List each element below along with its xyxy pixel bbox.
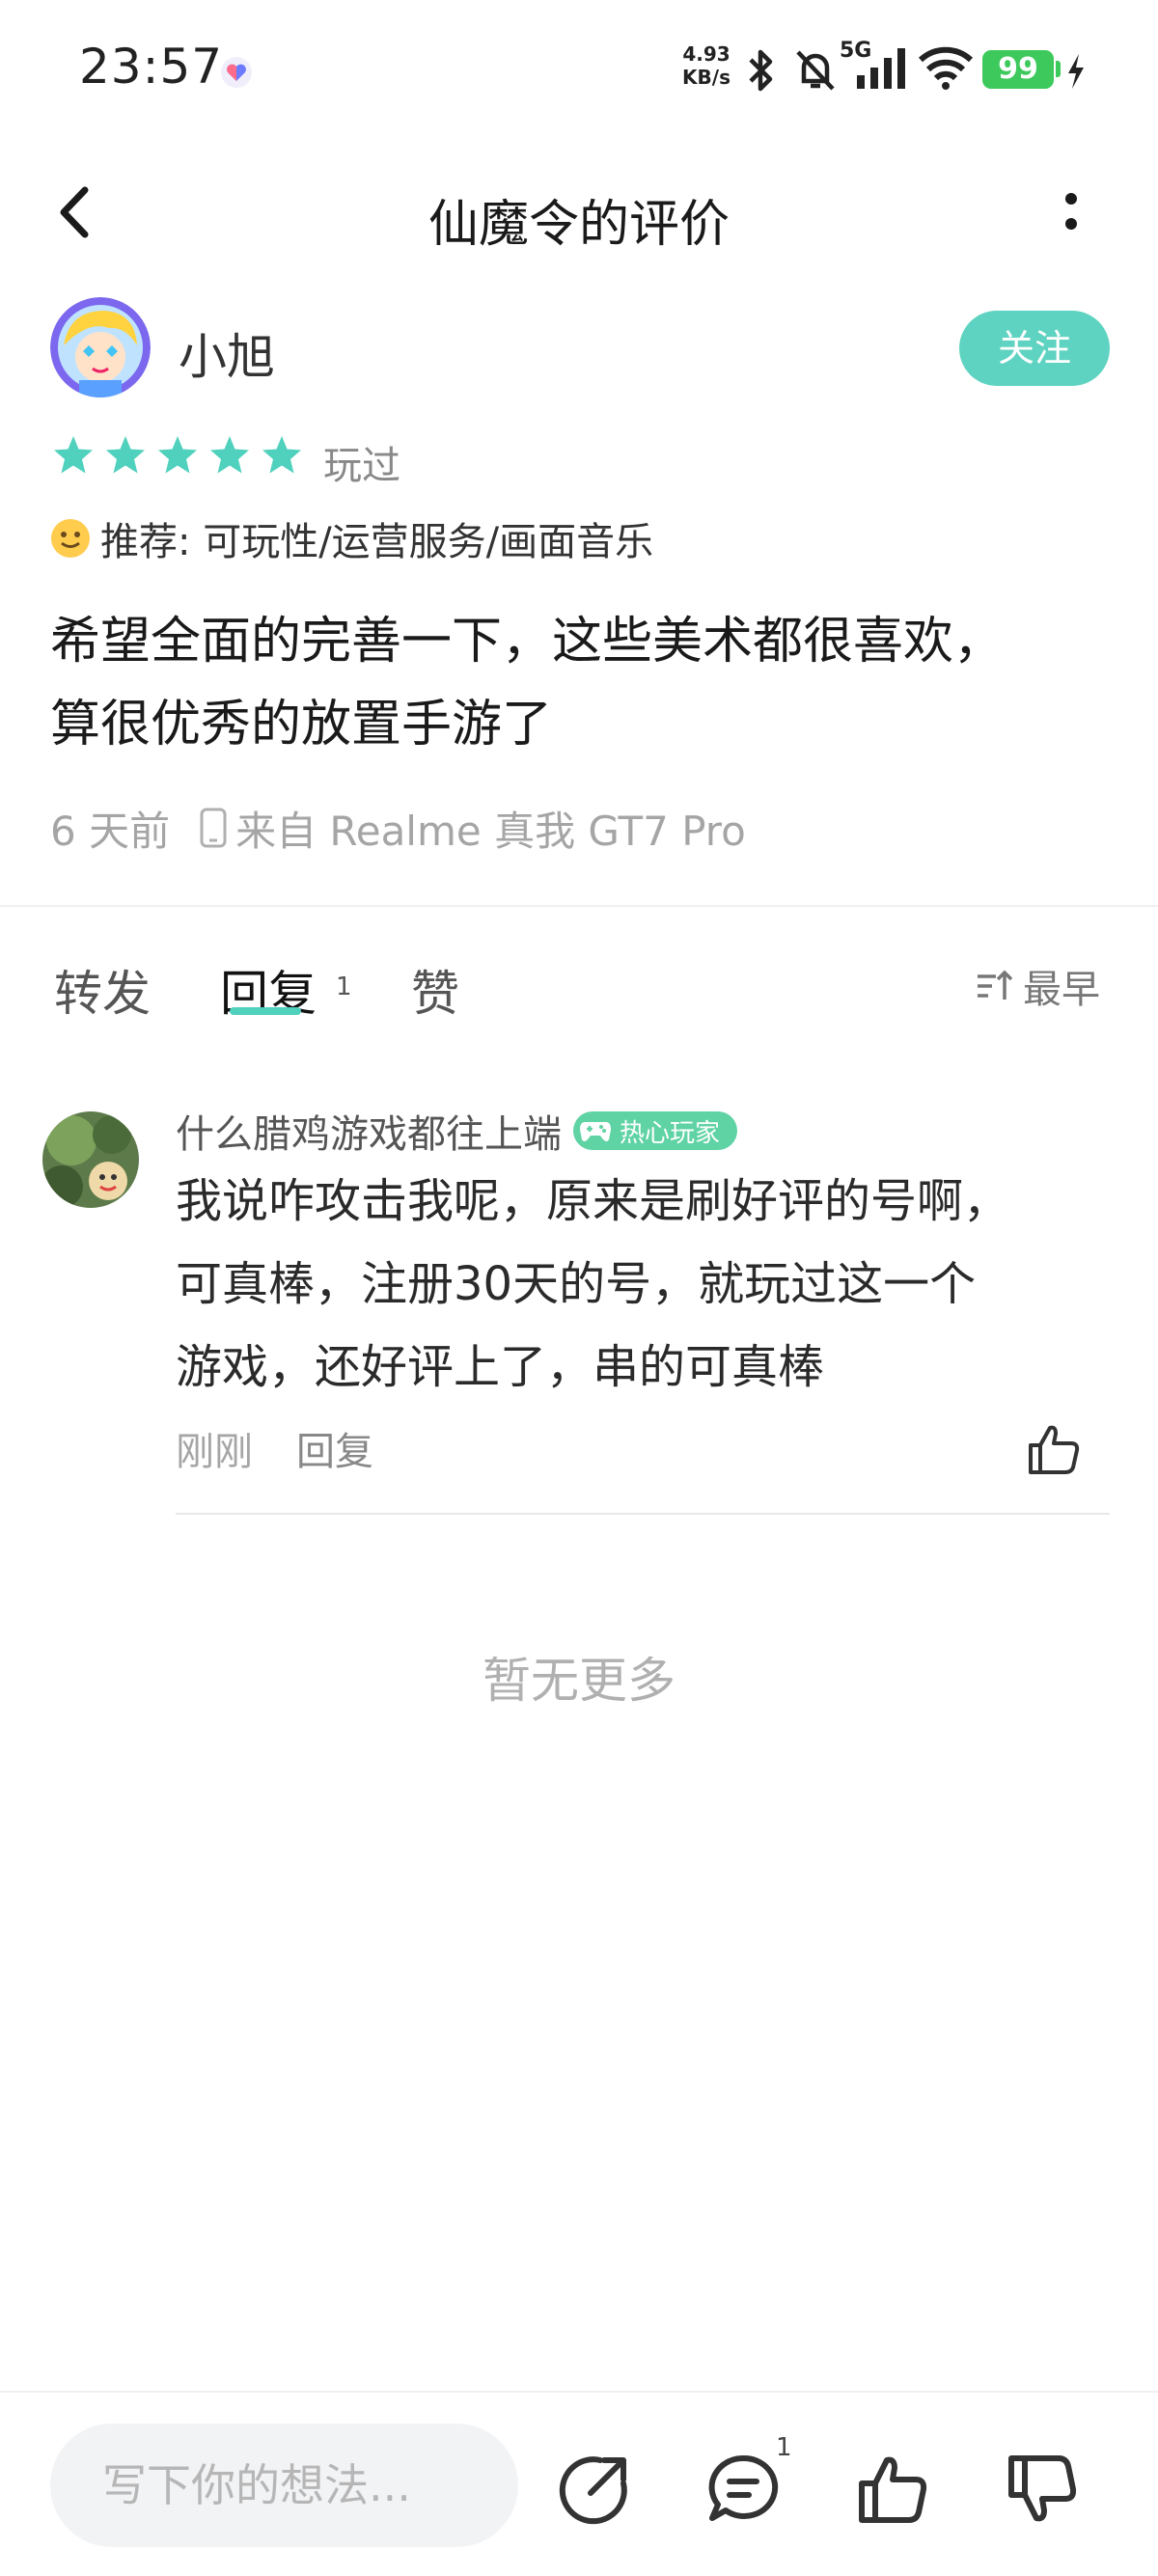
star-icon [262, 436, 301, 474]
bluetooth-icon [749, 49, 773, 92]
star-icon [106, 436, 145, 474]
signal-icon [857, 48, 905, 89]
commenter-avatar[interactable] [42, 1111, 139, 1208]
comment-line: 可真棒，注册30天的号，就玩过这一个 [176, 1257, 977, 1311]
top-nav-bar: 仙魔令的评价 [0, 154, 1158, 270]
thumbs-up-icon[interactable] [1025, 1420, 1083, 1478]
thumbs-down-icon[interactable] [1004, 2451, 1081, 2528]
battery-nub [1056, 61, 1061, 77]
sort-label: 最早 [1023, 968, 1100, 1012]
tab-like[interactable]: 赞 [411, 955, 459, 1025]
smile-emoji-icon [51, 519, 90, 558]
more-options-icon[interactable] [1052, 183, 1090, 241]
badge-label: 热心玩家 [620, 1118, 721, 1148]
battery-indicator: 99 [982, 50, 1054, 89]
status-bar: 23:57 4.93 KB/s 5G 99 [0, 0, 1158, 140]
follow-button[interactable]: 关注 [959, 311, 1110, 386]
star-icon [54, 436, 93, 474]
comment-input[interactable] [50, 2424, 518, 2547]
comment-meta: 刚刚 回复 [176, 1420, 373, 1476]
review-line: 算很优秀的放置手游了 [50, 696, 553, 754]
thumbs-up-icon[interactable] [854, 2451, 931, 2528]
charging-icon [1068, 54, 1084, 89]
no-more-label: 暂无更多 [482, 1653, 676, 1709]
phone-icon [200, 808, 227, 848]
comment-user-row: 什么腊鸡游戏都往上端 热心玩家 [176, 1102, 738, 1160]
review-time: 6 天前 [50, 807, 171, 855]
author-avatar[interactable] [50, 297, 151, 397]
net-speed-value: 4.93 [682, 42, 731, 66]
review-line: 希望全面的完善一下，这些美术都很喜欢， [50, 613, 1005, 671]
star-icon [210, 436, 249, 474]
bottom-bar-divider [0, 2391, 1158, 2393]
wifi-icon [918, 46, 974, 90]
status-time: 23:57 [79, 39, 224, 95]
recommend-row: 推荐: 可玩性/运营服务/画面音乐 [50, 511, 653, 565]
sort-button[interactable]: 最早 [975, 957, 1100, 1015]
tab-reply-count: 1 [336, 973, 352, 1001]
comment-input-box[interactable] [50, 2424, 518, 2547]
review-meta: 6 天前 来自 Realme 真我 GT7 Pro [50, 801, 746, 855]
tab-forward[interactable]: 转发 [54, 955, 151, 1025]
review-text: 希望全面的完善一下，这些美术都很喜欢， 算很优秀的放置手游了 [50, 600, 1121, 766]
review-device: 来自 Realme 真我 GT7 Pro [235, 807, 746, 855]
star-icon [158, 436, 197, 474]
comment-time: 刚刚 [176, 1430, 253, 1474]
enthusiast-badge: 热心玩家 [573, 1111, 738, 1150]
comment-line: 我说咋攻击我呢，原来是刷好评的号啊， [176, 1174, 1010, 1228]
page-title: 仙魔令的评价 [427, 196, 730, 254]
rating-stars [52, 434, 303, 482]
recommend-text: 推荐: 可玩性/运营服务/画面音乐 [100, 520, 654, 564]
active-tab-indicator [230, 1007, 301, 1015]
comment-icon[interactable] [704, 2451, 782, 2528]
comment-line: 游戏，还好评上了，串的可真棒 [176, 1340, 825, 1394]
author-name[interactable]: 小旭 [179, 318, 275, 388]
commenter-name[interactable]: 什么腊鸡游戏都往上端 [176, 1103, 562, 1159]
comment-divider [176, 1513, 1110, 1515]
net-speed: 4.93 KB/s [677, 42, 735, 89]
gamepad-icon [580, 1122, 611, 1141]
comment-count: 1 [776, 2433, 792, 2462]
played-label: 玩过 [323, 444, 400, 488]
comment-text: 我说咋攻击我呢，原来是刷好评的号啊， 可真棒，注册30天的号，就玩过这一个 游戏… [176, 1160, 1102, 1409]
heart-app-icon [221, 57, 252, 88]
net-speed-unit: KB/s [682, 66, 731, 89]
section-divider [0, 905, 1158, 907]
comment-reply-button[interactable]: 回复 [296, 1420, 373, 1476]
mute-bell-icon [796, 50, 835, 91]
sort-icon [978, 970, 1013, 1000]
share-icon[interactable] [556, 2451, 633, 2528]
